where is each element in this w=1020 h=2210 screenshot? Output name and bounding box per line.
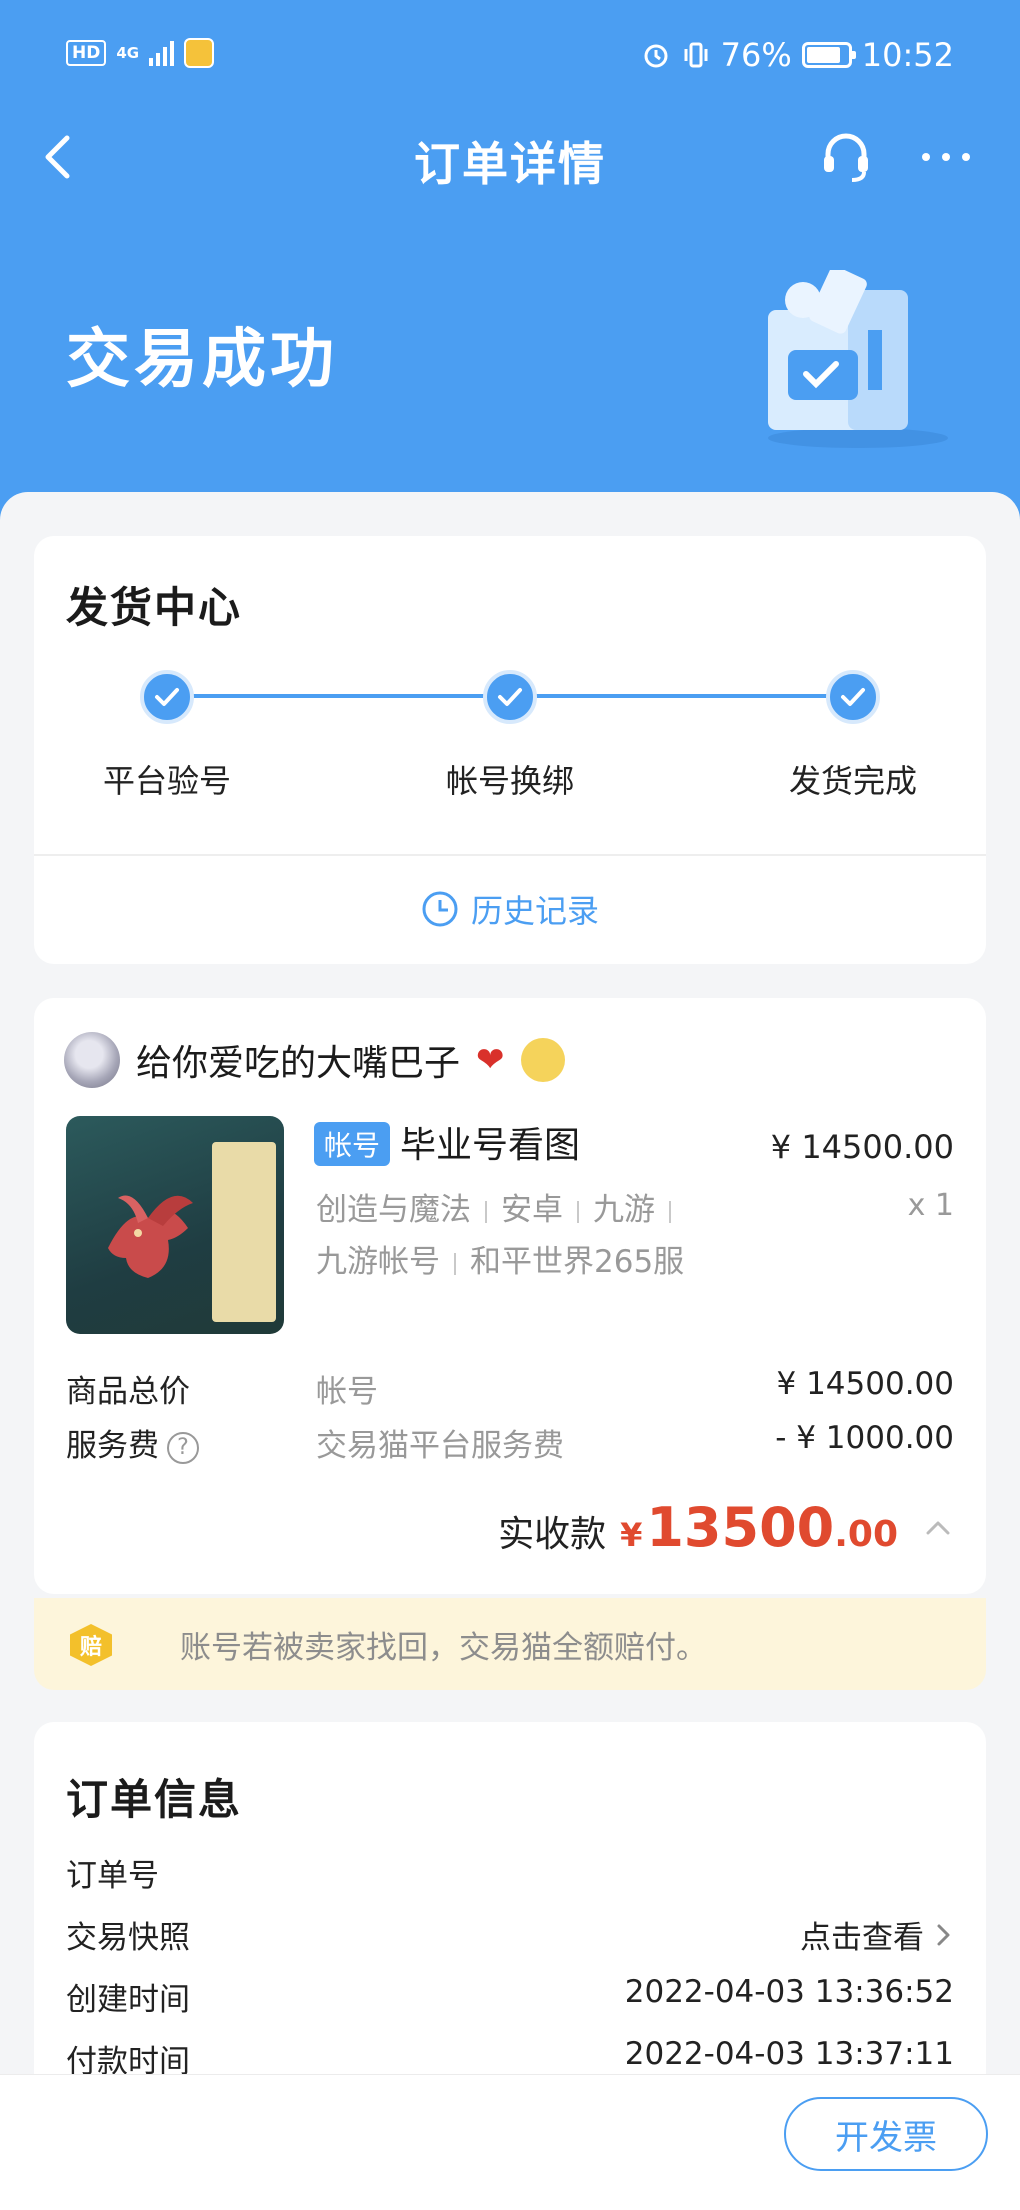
headset-icon (824, 133, 868, 182)
thumbnail-panel (212, 1142, 276, 1322)
status-right: 76% 10:52 (641, 36, 954, 74)
dragon-image (108, 1195, 193, 1278)
success-illustration (768, 270, 948, 448)
fee-row-service: 服务费? 交易猫平台服务费 - ¥ 1000.00 (66, 1420, 954, 1464)
heart-emoji-icon: ❤ (476, 1040, 505, 1080)
total-currency: ¥ (620, 1516, 643, 1554)
step-check-icon (140, 670, 194, 724)
product-card: 给你爱吃的大嘴巴子 ❤ 帐号 毕业号看图 ¥ 14500.00 x 1 创造与魔… (34, 998, 986, 1594)
battery-level (806, 47, 841, 63)
step-label: 发货完成 (788, 762, 917, 800)
order-info-title: 订单信息 (66, 1775, 243, 1824)
clock: 10:52 (861, 36, 954, 74)
moon-emoji-icon (520, 1038, 565, 1082)
product-attributes: 创造与魔法 安卓 九游 (316, 1184, 736, 1229)
more-button[interactable] (918, 134, 974, 180)
battery-icon (801, 42, 856, 68)
attr-channel: 九游 (593, 1192, 655, 1228)
received-total[interactable]: 实收款 ¥ 13500 .00 (498, 1496, 954, 1559)
info-key: 创建时间 (66, 1982, 190, 2018)
order-number-row: 订单号 (66, 1850, 954, 1894)
signal-icon (149, 40, 175, 66)
fee-row-total: 商品总价 帐号 ¥ 14500.00 (66, 1366, 954, 1410)
product-attributes: 九游帐号 和平世界265服 (316, 1236, 736, 1281)
info-value: 2022-04-03 13:37:11 (624, 2036, 954, 2072)
more-icon (922, 153, 930, 161)
info-key: 交易快照 (66, 1920, 190, 1956)
battery-percent: 76% (720, 36, 792, 74)
status-bar: HD 4G 76% 10:52 (0, 0, 1020, 112)
fee-label: 服务费? (66, 1420, 199, 1465)
vibrate-icon (681, 40, 711, 70)
info-value: 点击查看 (800, 1912, 954, 1957)
fee-amount: - ¥ 1000.00 (775, 1420, 954, 1456)
product-price: ¥ 14500.00 (770, 1128, 954, 1166)
order-status-title: 交易成功 (66, 323, 338, 397)
step-label: 帐号换绑 (445, 762, 574, 800)
compensation-badge-icon: 赔 (70, 1624, 112, 1666)
fee-label: 商品总价 (66, 1374, 190, 1410)
status-left: HD 4G (66, 38, 215, 68)
step-check-icon (483, 670, 537, 724)
chevron-up-icon (926, 1521, 950, 1534)
total-amount: 13500 (646, 1496, 835, 1559)
history-label: 历史记录 (470, 892, 599, 930)
attr-game: 创造与魔法 (316, 1192, 471, 1228)
nav-bar: 订单详情 (0, 112, 1020, 202)
view-snapshot-link[interactable]: 点击查看 (800, 1912, 924, 1957)
fee-desc: 交易猫平台服务费 (316, 1428, 564, 1464)
help-icon[interactable]: ? (167, 1431, 199, 1464)
total-decimal: .00 (834, 1514, 898, 1555)
history-link[interactable]: 历史记录 (34, 886, 986, 932)
fee-desc: 帐号 (316, 1374, 378, 1410)
step-label: 平台验号 (102, 762, 231, 800)
invoice-button[interactable]: 开发票 (784, 2097, 988, 2171)
network-label: 4G (116, 44, 140, 62)
total-label: 实收款 (498, 1514, 607, 1555)
step-check-icon (826, 670, 880, 724)
avatar (64, 1032, 120, 1088)
product-thumbnail[interactable] (66, 1116, 284, 1334)
product-tag: 帐号 (314, 1122, 391, 1166)
snapshot-row[interactable]: 交易快照 点击查看 (66, 1912, 954, 1956)
hd-badge: HD (66, 40, 107, 66)
bottom-action-bar: 开发票 (0, 2074, 1020, 2210)
delivery-center-card: 发货中心 平台验号 帐号换绑 发货完成 历史记录 (34, 536, 986, 964)
info-value: 2022-04-03 13:36:52 (624, 1974, 954, 2010)
created-time-row: 创建时间 2022-04-03 13:36:52 (66, 1974, 954, 2018)
info-key: 订单号 (66, 1858, 159, 1894)
seller-name: 给你爱吃的大嘴巴子 (136, 1043, 461, 1084)
customer-service-button[interactable] (818, 128, 874, 184)
attr-server: 和平世界265服 (470, 1244, 685, 1280)
product-quantity: x 1 (907, 1188, 954, 1223)
product-title: 毕业号看图 (400, 1125, 581, 1166)
clock-icon (422, 891, 458, 927)
delivery-title: 发货中心 (66, 583, 243, 632)
attr-platform: 安卓 (501, 1192, 563, 1228)
attr-account-type: 九游帐号 (316, 1244, 440, 1280)
divider (34, 854, 986, 856)
alarm-icon (641, 40, 671, 70)
guarantee-text: 账号若被卖家找回，交易猫全额赔付。 (180, 1630, 707, 1666)
fee-amount: ¥ 14500.00 (776, 1366, 955, 1402)
seller-row[interactable]: 给你爱吃的大嘴巴子 ❤ (64, 1032, 565, 1088)
guarantee-banner: 赔 账号若被卖家找回，交易猫全额赔付。 (34, 1598, 986, 1690)
chevron-right-icon (937, 1924, 950, 1945)
app-notification-icon (184, 38, 215, 68)
